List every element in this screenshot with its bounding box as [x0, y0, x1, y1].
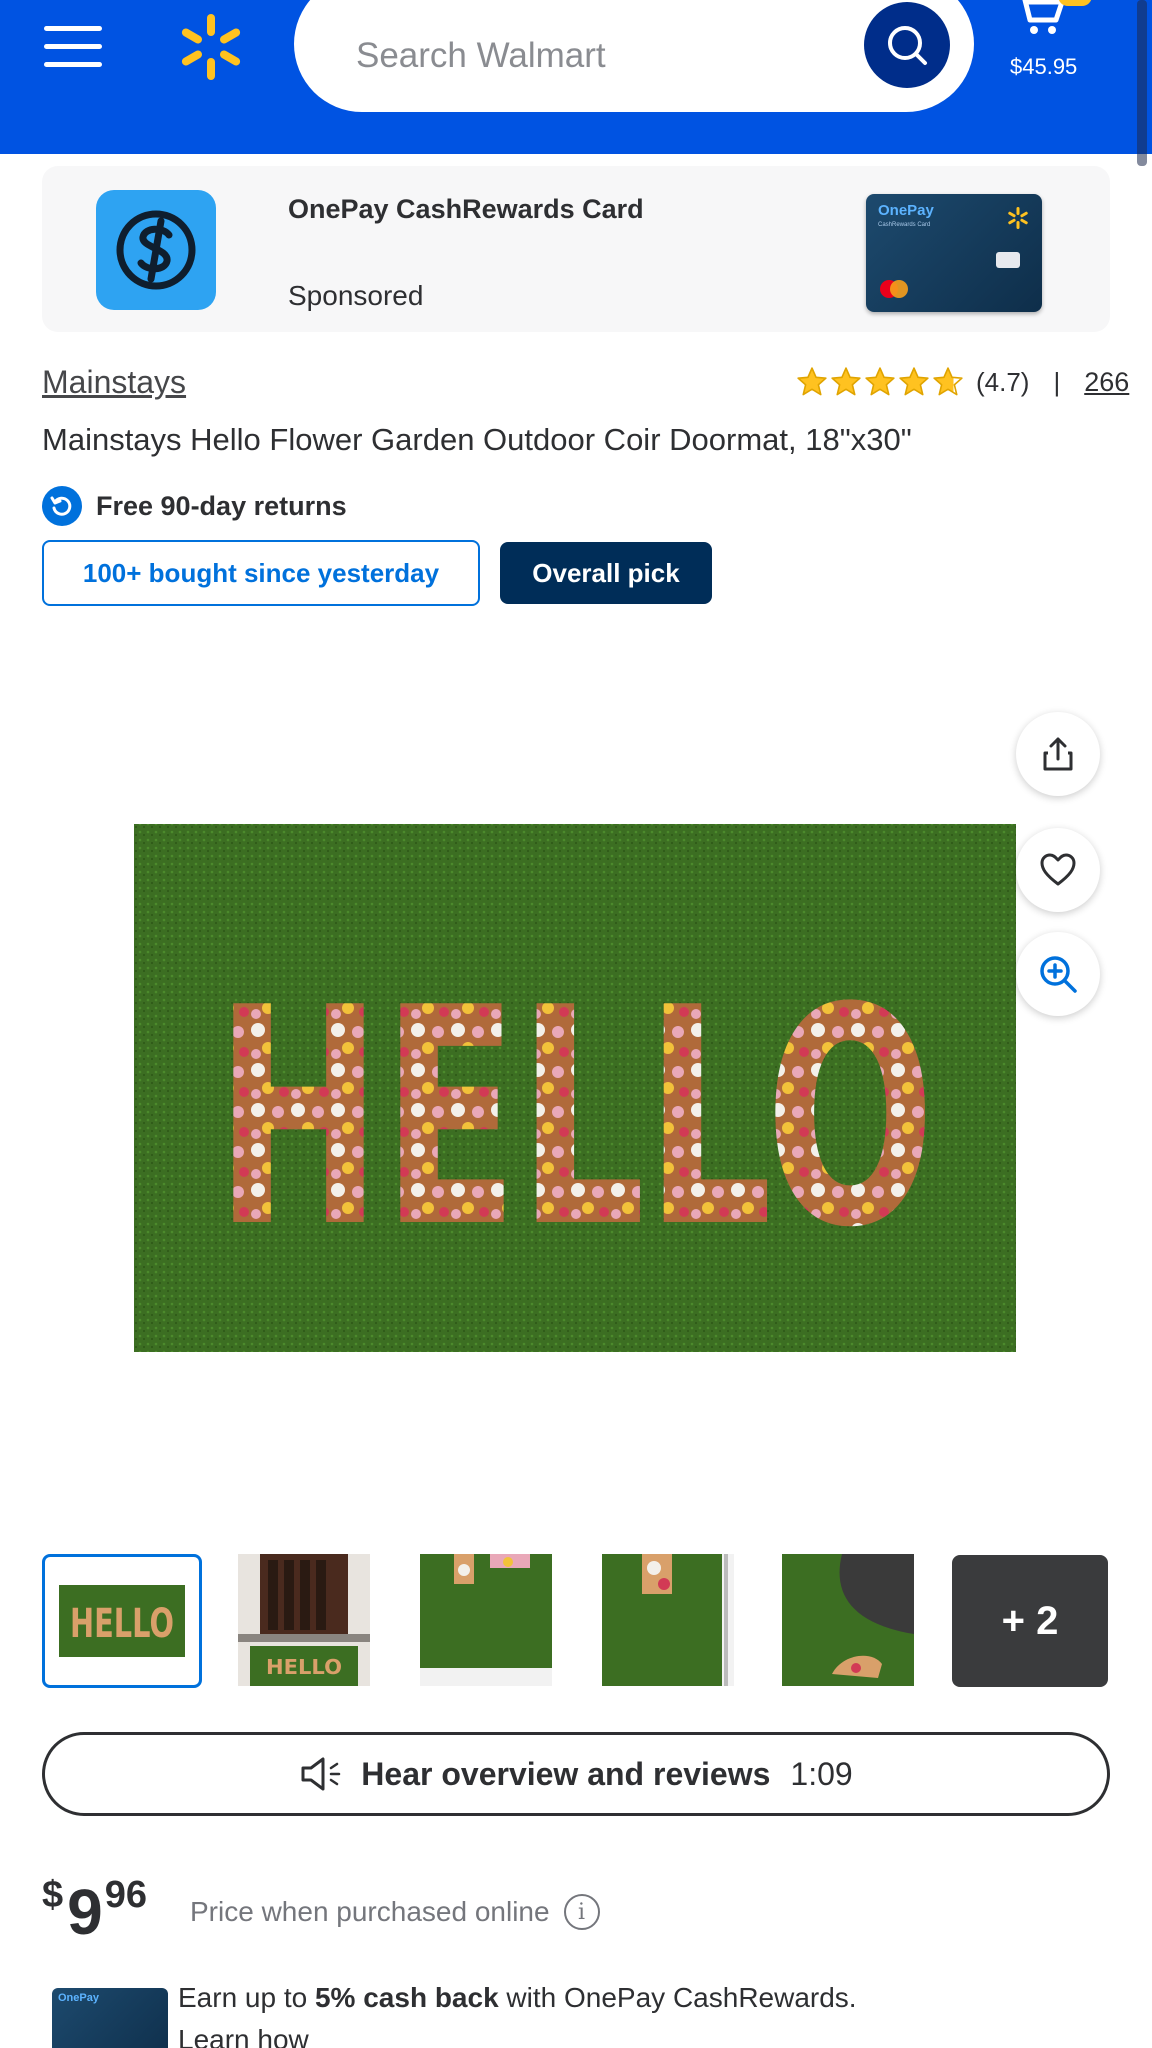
top-header: $45.95	[0, 0, 1152, 154]
cashback-text: Earn up to 5% cash back with OnePay Cash…	[178, 1982, 857, 2013]
thumbnail-3[interactable]	[420, 1554, 552, 1686]
card-chip	[996, 252, 1020, 268]
search-button[interactable]	[864, 2, 950, 88]
sponsored-title: OnePay CashRewards Card	[288, 194, 644, 224]
heart-icon	[1040, 853, 1076, 886]
cashback-highlight: 5% cash back	[314, 1982, 499, 2013]
info-icon[interactable]: i	[563, 1894, 600, 1930]
thumbnail-2[interactable]: HELLO	[238, 1554, 370, 1686]
spark-icon	[1008, 207, 1028, 229]
star-icon	[865, 367, 895, 396]
price-currency: $	[42, 1874, 64, 1916]
search-bar	[294, 0, 974, 112]
share-button[interactable]	[1016, 712, 1100, 796]
rating-stars	[796, 366, 964, 398]
hamburger-menu-icon[interactable]	[44, 26, 102, 68]
rating-value: (4.7)	[976, 366, 1030, 397]
walmart-spark-icon[interactable]	[176, 12, 246, 82]
returns-text: Free 90-day returns	[96, 490, 347, 521]
zoom-button[interactable]	[1016, 932, 1100, 1016]
thumbnail-5[interactable]	[782, 1554, 914, 1686]
price-cents: 96	[104, 1874, 148, 1916]
search-icon	[888, 26, 927, 65]
sponsored-label: Sponsored	[288, 280, 424, 311]
speaker-icon	[301, 1757, 341, 1791]
bought-badge: 100+ bought since yesterday	[42, 540, 480, 606]
rating-separator: |	[1053, 366, 1061, 397]
brand-link[interactable]: Mainstays	[42, 364, 186, 401]
star-icon	[933, 367, 963, 396]
star-icon	[831, 367, 861, 396]
product-main-image[interactable]: HELLO	[130, 822, 1020, 1354]
thumbnail-4[interactable]	[602, 1554, 734, 1686]
card-brand: OnePay	[58, 1992, 99, 2004]
price: $ 9 96	[42, 1870, 147, 1946]
price-note: Price when purchased online i	[190, 1894, 600, 1930]
favorite-button[interactable]	[1016, 828, 1100, 912]
thumbnail-word: HELLO	[266, 1655, 342, 1679]
more-images-button[interactable]: + 2	[952, 1555, 1108, 1687]
zoom-in-icon	[1040, 956, 1077, 993]
mat-word: HELLO	[215, 944, 935, 1293]
learn-how-link[interactable]: Learn how	[178, 2024, 309, 2048]
product-title: Mainstays Hello Flower Garden Outdoor Co…	[42, 422, 912, 457]
cart-total: $45.95	[1010, 54, 1078, 79]
hear-overview-button[interactable]: Hear overview and reviews 1:09	[42, 1732, 1110, 1816]
overall-pick-badge[interactable]: Overall pick	[500, 542, 712, 604]
cart-icon	[1022, 0, 1065, 34]
rating-row: (4.7) | 266	[796, 362, 1129, 402]
search-input[interactable]	[356, 34, 836, 78]
review-count-link[interactable]: 266	[1084, 367, 1129, 398]
thumbnail-gallery: HELLO HELLO + 2	[42, 1554, 1110, 1688]
thumbnail-1[interactable]: HELLO	[42, 1554, 202, 1688]
card-brand: OnePay	[878, 202, 934, 219]
returns-icon	[42, 486, 82, 526]
sponsored-ad[interactable]: OnePay CashRewards Card Sponsored OnePay…	[42, 166, 1110, 332]
star-icon	[899, 367, 929, 396]
price-note-text: Price when purchased online	[190, 1896, 550, 1927]
price-dollars: 9	[67, 1876, 103, 1948]
free-returns: Free 90-day returns	[42, 486, 347, 526]
onepay-logo-icon	[96, 190, 216, 310]
credit-card-image: OnePay CashRewards Card	[866, 194, 1042, 312]
star-icon	[797, 367, 827, 396]
onepay-card-image: OnePay	[52, 1988, 168, 2048]
audio-duration: 1:09	[790, 1755, 853, 1792]
card-subtext: CashRewards Card	[878, 222, 931, 228]
hear-label: Hear overview and reviews	[361, 1755, 771, 1792]
thumbnail-word: HELLO	[70, 1601, 174, 1647]
scrollbar[interactable]	[1137, 0, 1147, 166]
share-icon	[1043, 737, 1073, 771]
